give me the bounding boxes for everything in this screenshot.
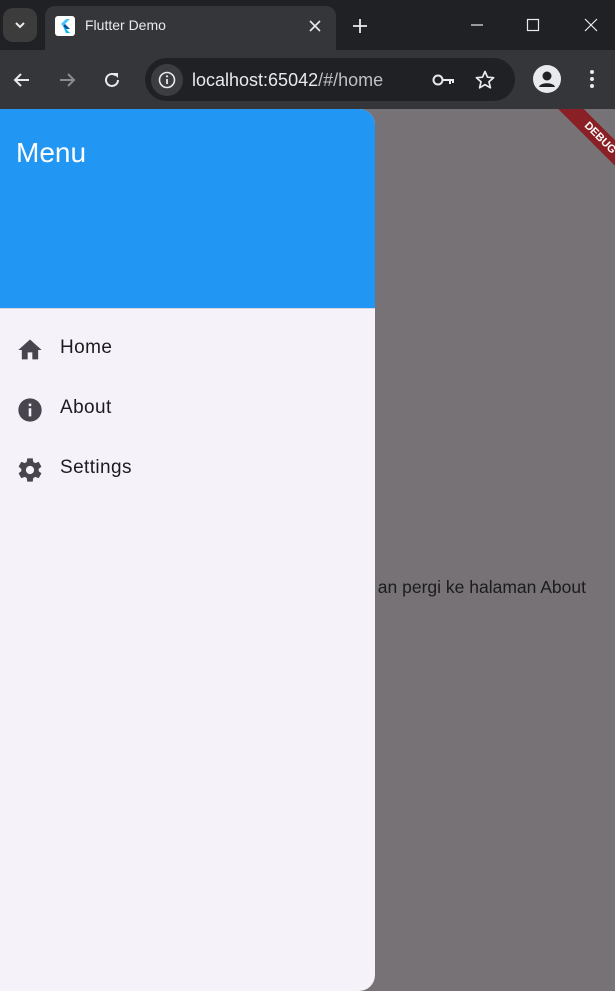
info-icon xyxy=(158,71,176,89)
reload-button[interactable] xyxy=(96,64,128,96)
window-close-button[interactable] xyxy=(571,8,611,42)
url-host: localhost:65042 xyxy=(192,70,319,90)
browser-tab[interactable]: Flutter Demo xyxy=(45,6,336,50)
drawer-item-settings[interactable]: Settings xyxy=(0,441,375,497)
drawer-title: Menu xyxy=(16,137,87,168)
debug-banner: DEBUG xyxy=(535,109,615,189)
drawer-header: Menu xyxy=(0,109,375,309)
reload-icon xyxy=(105,72,119,87)
drawer-item-label: Settings xyxy=(60,457,132,478)
address-bar[interactable]: localhost:65042/#/home xyxy=(145,58,515,101)
plus-icon xyxy=(353,19,367,33)
url-text: localhost:65042/#/home xyxy=(192,70,383,91)
person-icon xyxy=(539,71,555,87)
site-info-button[interactable] xyxy=(151,64,183,96)
new-tab-button[interactable] xyxy=(346,12,374,40)
tab-close-button[interactable] xyxy=(303,14,327,38)
arrow-right-icon xyxy=(60,73,76,87)
password-key-button[interactable] xyxy=(430,66,458,94)
forward-button[interactable] xyxy=(51,64,83,96)
drawer-item-about[interactable]: About xyxy=(0,381,375,437)
maximize-icon xyxy=(526,18,540,32)
flutter-logo-icon xyxy=(55,16,75,36)
tab-title: Flutter Demo xyxy=(85,17,166,33)
drawer-item-home[interactable]: Home xyxy=(0,321,375,377)
profile-button[interactable] xyxy=(533,65,561,93)
tab-strip: Flutter Demo xyxy=(0,0,615,50)
app-viewport: an pergi ke halaman About DEBUG Menu Hom… xyxy=(0,109,615,991)
settings-icon xyxy=(18,458,42,482)
info-icon xyxy=(18,398,42,422)
key-icon xyxy=(432,74,454,86)
arrow-left-icon xyxy=(13,73,29,87)
maximize-button[interactable] xyxy=(513,8,553,42)
body-text: an pergi ke halaman About xyxy=(377,577,586,597)
tab-search-button[interactable] xyxy=(3,8,37,42)
back-button[interactable] xyxy=(6,64,38,96)
url-path: /#/home xyxy=(318,70,384,90)
bookmark-button[interactable] xyxy=(471,66,499,94)
debug-label: DEBUG xyxy=(554,109,615,184)
browser-menu-button[interactable] xyxy=(580,64,604,94)
close-icon xyxy=(584,18,598,32)
home-icon xyxy=(18,339,42,360)
drawer-item-label: About xyxy=(60,397,112,418)
star-icon xyxy=(475,70,495,89)
minimize-icon xyxy=(471,24,483,26)
close-icon xyxy=(309,20,321,32)
drawer-item-label: Home xyxy=(60,337,113,358)
navigation-drawer: Menu Home About Settings xyxy=(0,109,375,991)
minimize-button[interactable] xyxy=(457,8,497,42)
more-vert-icon xyxy=(590,70,594,88)
browser-toolbar: localhost:65042/#/home xyxy=(0,50,615,109)
scrim-overlay[interactable]: an pergi ke halaman About xyxy=(375,569,615,609)
chevron-down-icon xyxy=(15,22,25,29)
